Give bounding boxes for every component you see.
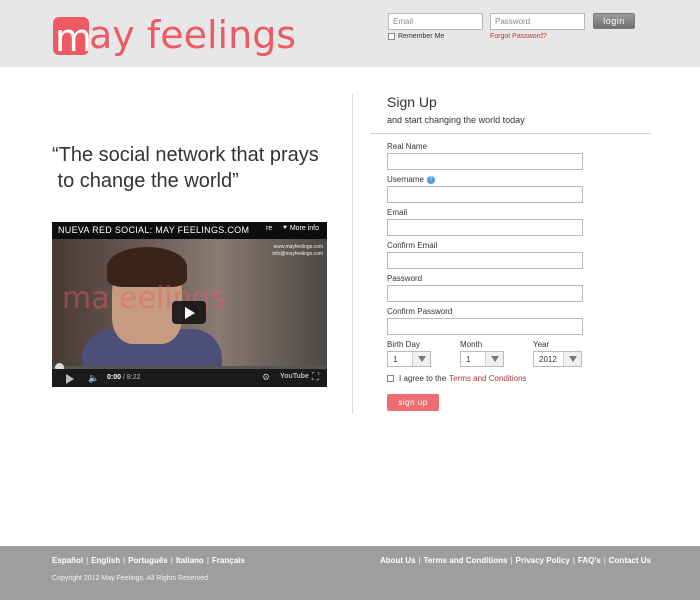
confirm-password-label: Confirm Password [387, 307, 453, 316]
lang-francais[interactable]: Français [212, 556, 245, 565]
video-more-info[interactable]: re ⯆ More info [266, 225, 319, 233]
login-password-input[interactable] [490, 13, 585, 30]
birth-day-value: 1 [393, 355, 398, 364]
email-input[interactable] [387, 219, 583, 236]
video-frame[interactable]: ma eelings www.mayfeelings.com info@mayf… [52, 239, 327, 381]
header: m ay feelings login Remember Me Forgot P… [0, 0, 700, 67]
volume-icon[interactable]: 🔈 [88, 373, 99, 384]
video-more-info-label: More info [289, 225, 319, 232]
real-name-label: Real Name [387, 142, 428, 151]
confirm-email-input[interactable] [387, 252, 583, 269]
footer-terms[interactable]: Terms and Conditions [424, 556, 508, 565]
column-divider [352, 94, 353, 414]
footer-links: About Us | Terms and Conditions | Privacy Po… [379, 556, 651, 565]
username-input[interactable] [387, 186, 583, 203]
lang-italiano[interactable]: Italiano [176, 556, 204, 565]
video-duration: / 8:22 [122, 374, 141, 381]
lang-portugues[interactable]: Português [128, 556, 168, 565]
forgot-password-link[interactable]: Forgot Password? [490, 33, 547, 40]
chevron-down-icon [563, 352, 581, 366]
video-controls: 🔈 0:00 / 8:22 ⚙ YouTube ⛶ [52, 369, 327, 387]
copyright: Copyright 2012 May Feelings. All Rights … [52, 575, 209, 582]
year-value: 2012 [539, 355, 557, 364]
chevron-down-icon [485, 352, 503, 366]
login-email-input[interactable] [388, 13, 483, 30]
footer-about-us[interactable]: About Us [380, 556, 416, 565]
footer-contact[interactable]: Contact Us [609, 556, 651, 565]
lang-espanol[interactable]: Español [52, 556, 83, 565]
terms-link[interactable]: Terms and Conditions [449, 374, 526, 383]
footer: Español | English | Português | Italiano | Franç… [0, 546, 700, 600]
username-label-row: Username? [387, 175, 435, 184]
confirm-email-label: Confirm Email [387, 241, 438, 250]
control-play-icon[interactable] [66, 374, 74, 384]
month-select[interactable]: 1 [460, 351, 504, 367]
birth-day-select[interactable]: 1 [387, 351, 431, 367]
logo[interactable]: m ay feelings [53, 11, 297, 60]
year-label: Year [533, 340, 550, 349]
username-label: Username [387, 175, 424, 184]
logo-text: ay feelings [89, 13, 297, 57]
help-icon[interactable]: ? [426, 175, 435, 184]
play-icon[interactable] [172, 301, 206, 324]
gear-icon[interactable]: ⚙ [262, 372, 270, 383]
youtube-logo[interactable]: YouTube [280, 373, 309, 380]
video-url-line-2: info@mayfeelings.com [272, 251, 323, 257]
logo-m-letter: m [55, 16, 93, 60]
confirm-password-input[interactable] [387, 318, 583, 335]
password-input[interactable] [387, 285, 583, 302]
video-current-time: 0:00 [107, 374, 122, 381]
signup-title: Sign Up [387, 94, 437, 110]
remember-me-label: Remember Me [398, 33, 445, 40]
video-player[interactable]: ma eelings www.mayfeelings.com info@mayf… [52, 222, 327, 387]
video-url-text: www.mayfeelings.com info@mayfeelings.com [272, 244, 323, 258]
month-label: Month [460, 340, 483, 349]
remember-me-checkbox[interactable] [388, 33, 395, 40]
remember-me[interactable]: Remember Me [388, 33, 444, 40]
password-label: Password [387, 274, 423, 283]
chevron-down-icon: ⯆ [282, 225, 290, 232]
footer-faqs[interactable]: FAQ's [578, 556, 601, 565]
terms-agreement: I agree to the Terms and Conditions [387, 374, 527, 383]
month-value: 1 [466, 355, 471, 364]
video-url-line-1: www.mayfeelings.com [273, 244, 323, 250]
lang-english[interactable]: English [91, 556, 120, 565]
chevron-down-icon [412, 352, 430, 366]
signup-divider [370, 133, 651, 134]
signup-button[interactable]: sign up [387, 394, 439, 411]
birth-day-label: Birth Day [387, 340, 420, 349]
signup-subtitle: and start changing the world today [387, 115, 525, 125]
fullscreen-icon[interactable]: ⛶ [312, 372, 319, 383]
footer-privacy[interactable]: Privacy Policy [516, 556, 570, 565]
video-title-bar: NUEVA RED SOCIAL: MAY FEELINGS.COM re ⯆ M… [52, 222, 327, 239]
email-label: Email [387, 208, 408, 217]
terms-checkbox[interactable] [387, 375, 394, 382]
video-share-label[interactable]: re [266, 225, 272, 232]
video-time: 0:00 / 8:22 [107, 374, 140, 381]
logo-m-box: m [53, 16, 93, 60]
real-name-input[interactable] [387, 153, 583, 170]
login-button[interactable]: login [593, 13, 635, 29]
tagline-line-1: “The social network that prays [52, 144, 319, 166]
tagline: “The social network that prays to change… [52, 142, 342, 194]
terms-agree-text: I agree to the [399, 374, 447, 383]
video-title[interactable]: NUEVA RED SOCIAL: MAY FEELINGS.COM [58, 225, 249, 235]
year-select[interactable]: 2012 [533, 351, 582, 367]
language-links: Español | English | Português | Italiano | Franç… [52, 556, 245, 565]
tagline-line-2: to change the world” [52, 170, 239, 192]
